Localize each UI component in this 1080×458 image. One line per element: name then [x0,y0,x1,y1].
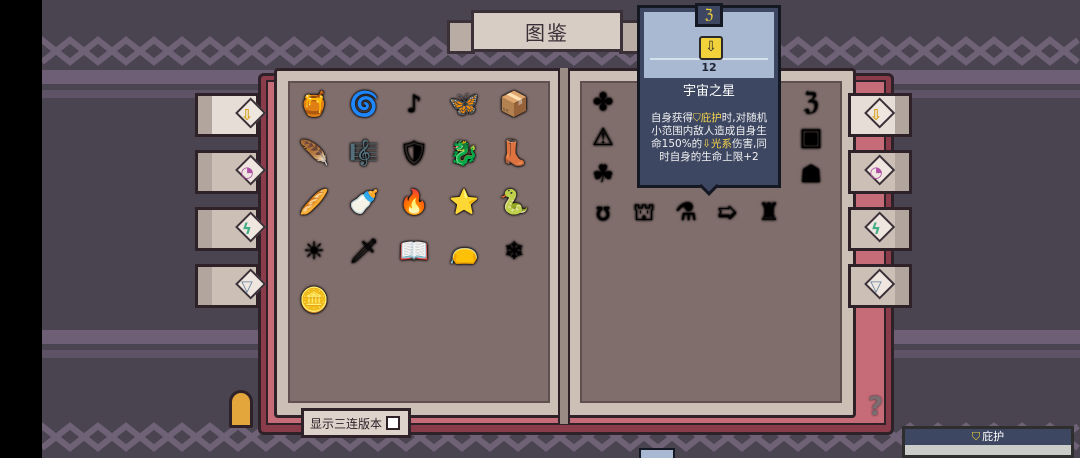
tab-shade [198,210,212,248]
tab-shade [198,96,212,134]
star-icon[interactable]: ⭐ [448,186,480,218]
butterfly-wings-icon[interactable]: 🦋 [448,88,480,120]
boot-icon[interactable]: 👢 [498,137,530,169]
exit-door-button[interactable] [229,390,253,428]
keyword-panel-shelter: ⛉ 庇护 [902,426,1074,458]
tooltip-description: 自身获得⛉庇护时,对随机小范围内敌人造成自身生命150%的⇩光系伤害,同时自身的… [650,112,768,163]
triple-orb-icon[interactable]: ☘ [587,158,619,190]
tab-glyph: ⇩ [240,106,254,124]
left-tab-4[interactable]: ▽ [195,264,267,308]
book-spine [558,68,570,424]
tab-shade [895,96,909,134]
swirl-element-icon: ◔ [234,154,267,186]
keyword-panel-title: 庇护 [982,430,1005,443]
green-dragon-icon[interactable]: 🐉 [448,137,480,169]
shield-icon: ⛉ [692,112,701,124]
triangle-rune-icon[interactable]: ⚠ [587,121,619,153]
tab-glyph: ▽ [241,277,253,295]
title-banner: 图鉴 [447,10,647,54]
sparkle-icon[interactable]: ✤ [587,86,619,118]
page-title: 图鉴 [471,10,623,52]
orb-swirl-icon[interactable]: 🌀 [348,88,380,120]
item-tooltip: ⇩ 12 ℨ 宇宙之星 自身获得⛉庇护时,对随机小范围内敌人造成自身生命150%… [637,3,781,196]
left-tab-1[interactable]: ⇩ [195,93,267,137]
tooltip-item-name: 宇宙之星 [682,84,735,99]
lyre-icon[interactable]: 🎼 [348,137,380,169]
tab-glyph: ϟ [242,220,252,238]
pot-icon[interactable]: 🍯 [298,88,330,120]
glyph-mark-icon[interactable]: ℨ [795,86,827,118]
wind-element-icon: ▽ [863,268,896,300]
tab-shade [895,267,909,305]
flask-icon[interactable]: ⚗ [670,196,702,228]
tab-shade [895,153,909,191]
serpent-ring-icon[interactable]: 🐍 [498,186,530,218]
tab-glyph: ◔ [869,163,883,181]
tooltip-item-icon: ⇩ [699,36,723,60]
tab-shade [895,210,909,248]
frame-icon[interactable]: ▣ [795,121,827,153]
shield-icon: ⛉ [971,430,981,443]
crystal-cluster-icon[interactable]: ♜ [753,196,785,228]
light-element-icon: ⇩ [702,138,711,150]
ice-shard-icon[interactable]: ❄ [498,235,530,267]
left-tab-3[interactable]: ϟ [195,207,267,251]
bottle-icon[interactable]: 🍼 [348,186,380,218]
right-tab-2[interactable]: ◔ [848,150,912,194]
left-letterbox [0,0,42,458]
keyword-panel-header: ⛉ 庇护 [905,429,1071,445]
right-tab-3[interactable]: ϟ [848,207,912,251]
sun-emblem-icon[interactable]: ☀ [298,235,330,267]
feather-icon[interactable]: 🪶 [298,137,330,169]
toggle-label: 显示三连版本 [310,416,383,431]
arrow-block-icon[interactable]: ➯ [711,196,743,228]
tab-shade [198,153,212,191]
crown-box-icon[interactable]: ⛫ [628,196,660,228]
bottom-center-stub [639,448,675,458]
winged-shield-icon[interactable]: 🛡 [398,137,430,169]
swirl-element-icon: ◔ [863,154,896,186]
fence-icon[interactable]: ☗ [795,158,827,190]
tab-glyph: ϟ [871,220,881,238]
left-tab-2[interactable]: ◔ [195,150,267,194]
lightning-element-icon: ϟ [234,211,267,243]
right-tab-4[interactable]: ▽ [848,264,912,308]
gold-nugget-icon[interactable]: 🪙 [298,284,330,316]
lightning-element-icon: ϟ [863,211,896,243]
tab-glyph: ⇩ [869,106,883,124]
show-triple-version-toggle[interactable]: 显示三连版本 [301,408,411,438]
wind-element-icon: ▽ [234,268,267,300]
tooltip-level: 12 [701,61,717,74]
bread-icon[interactable]: 🥖 [298,186,330,218]
torch-icon[interactable]: 🔥 [398,186,430,218]
tooltip-top-icon: ℨ [695,3,723,27]
light-element-icon: ⇩ [863,97,896,129]
show-triple-version-checkbox[interactable] [386,416,401,430]
right-tab-1[interactable]: ⇩ [848,93,912,137]
tab-glyph: ▽ [870,277,882,295]
sword-icon[interactable]: 🗡 [348,235,380,267]
keyword-shelter: 庇护 [700,112,722,124]
light-element-icon: ⇩ [234,97,267,129]
help-key-icon[interactable]: ? [868,392,892,424]
green-mark-icon[interactable]: ʊ [587,196,619,228]
tab-glyph: ◔ [240,163,254,181]
keyword-light: 光系 [711,138,732,150]
wooden-box-icon[interactable]: 📦 [498,88,530,120]
music-note-icon[interactable]: ♪ [398,88,430,120]
tab-shade [198,267,212,305]
spellbook-icon[interactable]: 📖 [398,235,430,267]
pouch-icon[interactable]: 👝 [448,235,480,267]
